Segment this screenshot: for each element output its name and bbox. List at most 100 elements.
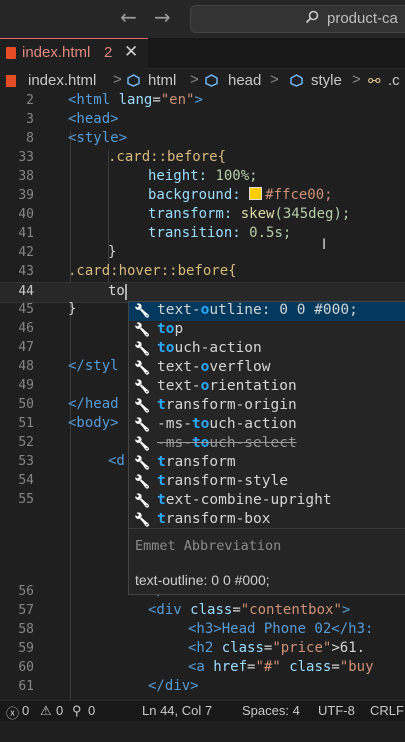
suggestion-label-part: uch-select (209, 435, 297, 451)
wrench-icon: 🔧 (134, 304, 151, 319)
wrench-icon: 🔧 (134, 456, 151, 471)
tab-index-html[interactable]: index.html 2 ✕ (0, 38, 148, 69)
element-cube-icon (127, 74, 140, 87)
line-number: 56 (18, 584, 34, 599)
wrench-icon: 🔧 (134, 342, 151, 357)
cursor-position[interactable]: Ln 44, Col 7 (142, 703, 212, 718)
suggestion-item[interactable]: 🔧 -ms-touch-select (129, 435, 405, 454)
suggestion-item[interactable]: 🔧 transform-origin (129, 397, 405, 416)
code-line: 43 .card:hover::before{ (0, 263, 405, 282)
suggestion-label-part: uch-action (174, 340, 262, 356)
line-number: 40 (18, 207, 34, 222)
suggestion-match: t (157, 397, 166, 413)
suggestion-label: touch-action (157, 340, 262, 356)
wrench-icon: 🔧 (134, 513, 151, 528)
code-token: "en" (160, 92, 195, 108)
color-swatch[interactable] (249, 187, 263, 200)
suggestion-match: t (157, 473, 166, 489)
code-token: transform: (148, 206, 233, 222)
suggestion-item[interactable]: 🔧 transform-style (129, 473, 405, 492)
suggestion-item[interactable]: 🔧 text-outline: 0 0 #000; (129, 302, 405, 321)
code-token: } (68, 301, 77, 317)
code-editor[interactable]: 2 <html lang="en"> 3 <head> 8 <style> 33… (0, 92, 405, 700)
line-number: 3 (26, 112, 34, 127)
ports-icon[interactable]: ⚲ (72, 703, 82, 719)
breadcrumb-item-file[interactable]: index.html (28, 72, 96, 89)
suggestion-label-part: ransform (165, 454, 236, 470)
suggestion-label-part: ext-combine-upright (165, 492, 332, 508)
line-number: 47 (18, 340, 34, 355)
suggestion-match: to (191, 416, 210, 432)
autocomplete-suggestions[interactable]: 🔧 text-outline: 0 0 #000; 🔧 top 🔧 touch-actio… (128, 301, 405, 595)
code-token: .card::before{ (108, 149, 227, 165)
html5-file-icon (6, 47, 16, 59)
wrench-icon: 🔧 (134, 475, 151, 490)
element-cube-icon (290, 74, 303, 87)
code-token: } (108, 244, 117, 260)
suggestion-label: transform (157, 454, 236, 470)
suggestion-label: -ms-touch-action (157, 416, 297, 432)
suggestion-item[interactable]: 🔧 top (129, 321, 405, 340)
suggestion-label: text-overflow (157, 359, 271, 375)
suggestion-item[interactable]: 🔧 text-overflow (129, 359, 405, 378)
command-center-search[interactable]: product-ca (190, 5, 405, 33)
line-number: 43 (18, 264, 34, 279)
wrench-icon: 🔧 (134, 361, 151, 376)
divider (129, 528, 405, 529)
chevron-right-icon: > (190, 71, 199, 88)
line-number: 61 (18, 679, 34, 694)
ports-count[interactable]: 0 (88, 703, 95, 718)
suggestion-label: top (157, 321, 183, 337)
line-number: 54 (18, 473, 34, 488)
suggestion-item[interactable]: 🔧 text-combine-upright (129, 492, 405, 511)
line-number: 59 (18, 641, 34, 656)
code-line: 3 <head> (0, 111, 405, 130)
chevron-right-icon: > (352, 71, 361, 88)
code-token: "buy (339, 659, 374, 675)
suggestion-item[interactable]: 🔧 transform (129, 454, 405, 473)
tab-label: index.html (22, 44, 91, 61)
line-ending[interactable]: CRLF (370, 703, 404, 718)
suggestion-label-part: verflow (209, 359, 271, 375)
error-icon[interactable]: ⓧ (6, 703, 19, 722)
close-icon[interactable]: ✕ (124, 42, 138, 62)
line-number: 60 (18, 660, 34, 675)
back-arrow-icon[interactable]: ← (120, 6, 137, 28)
suggestion-item[interactable]: 🔧 touch-action (129, 340, 405, 359)
line-number: 53 (18, 454, 34, 469)
line-number: 41 (18, 226, 34, 241)
breadcrumb-item-rule[interactable]: .c (388, 72, 400, 89)
code-line-active[interactable]: 44 to (0, 282, 405, 303)
code-token: </div> (148, 678, 199, 694)
suggestion-label-part: -ms- (157, 435, 192, 451)
code-token: href (213, 659, 248, 675)
breadcrumb-item-style[interactable]: style (311, 72, 342, 89)
line-number: 51 (18, 416, 34, 431)
warning-count[interactable]: 0 (56, 703, 63, 718)
error-count[interactable]: 0 (22, 703, 29, 718)
encoding[interactable]: UTF-8 (318, 703, 355, 718)
line-number: 45 (18, 302, 34, 317)
html5-file-icon (6, 75, 16, 87)
suggestion-item[interactable]: 🔧 -ms-touch-action (129, 416, 405, 435)
code-token: <a (188, 659, 205, 675)
breadcrumb-item-html[interactable]: html (148, 72, 176, 89)
breadcrumb-item-head[interactable]: head (228, 72, 261, 89)
indentation[interactable]: Spaces: 4 (242, 703, 300, 718)
line-number: 50 (18, 397, 34, 412)
suggestion-label: text-orientation (157, 378, 297, 394)
code-line: 2 <html lang="en"> (0, 92, 405, 111)
warning-icon[interactable]: ⚠ (40, 703, 52, 719)
code-token: .card:hover::before{ (68, 263, 237, 279)
suggestion-label-part: ransform-box (165, 511, 271, 527)
suggestion-match: to (191, 435, 210, 451)
code-token: <h3>Head Phone 02</h3: (188, 621, 374, 637)
suggestion-item[interactable]: 🔧 text-orientation (129, 378, 405, 397)
code-token: to (108, 283, 125, 299)
code-token: <head> (68, 111, 119, 127)
code-line: 42 } (0, 244, 405, 263)
suggestion-label-part: ransform-style (165, 473, 288, 489)
code-line: 61 </div> (0, 678, 405, 697)
title-bar: ← → product-ca (0, 0, 405, 39)
forward-arrow-icon[interactable]: → (154, 6, 171, 28)
